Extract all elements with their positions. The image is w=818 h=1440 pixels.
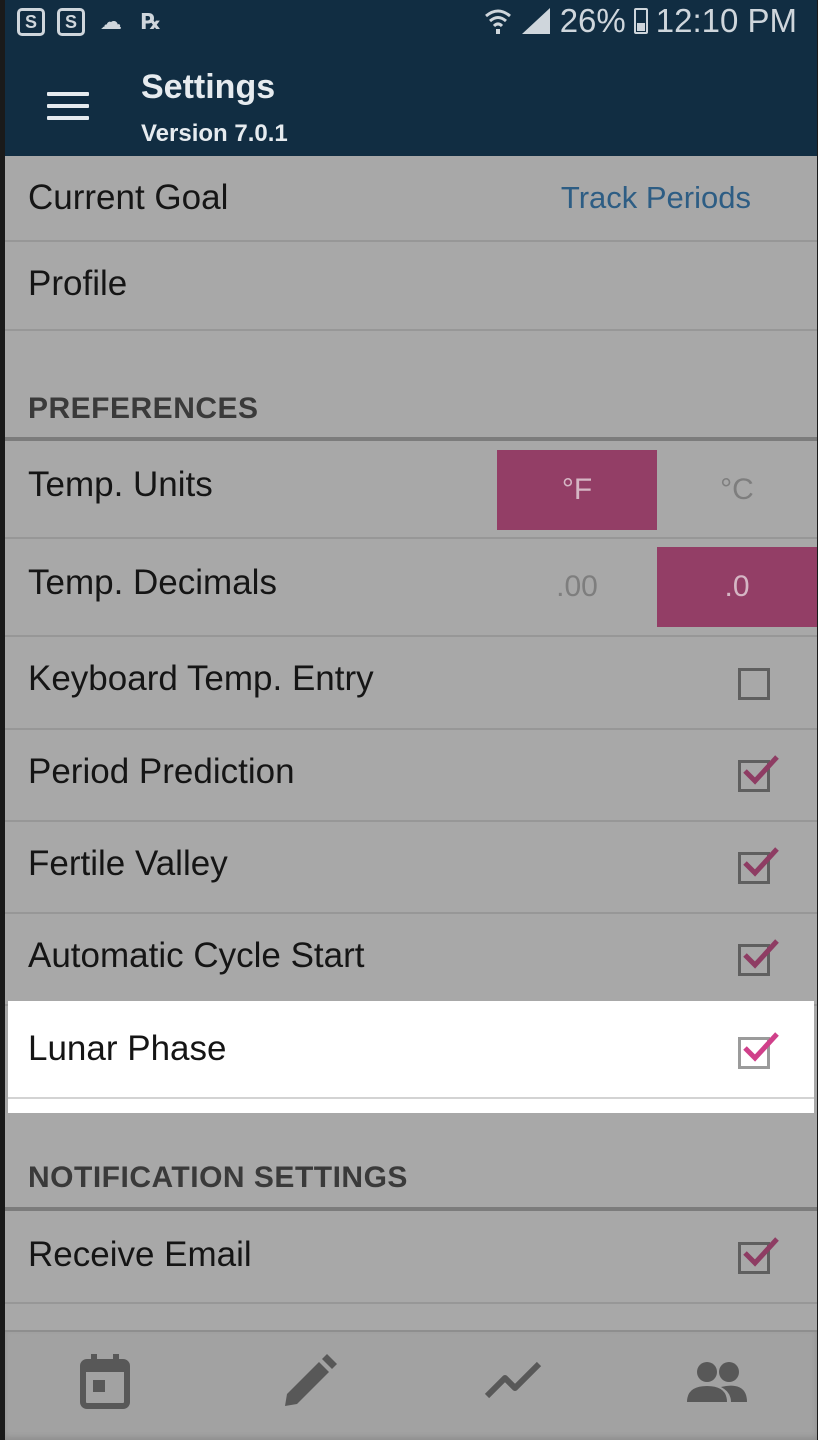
automatic-cycle-start-row[interactable]: Automatic Cycle Start [5,914,817,1006]
calendar-icon[interactable] [73,1350,137,1414]
receive-email-row[interactable]: Receive Email [5,1211,817,1304]
temp-decimals-label: Temp. Decimals [28,563,277,602]
battery-percent: 26% [559,2,626,39]
system-status: 26% 12:10 PM [484,2,797,40]
period-prediction-label: Period Prediction [28,752,295,791]
current-goal-row[interactable]: Current Goal Track Periods [5,156,817,242]
temp-decimals-row: Temp. Decimals .00 .0 [5,539,817,637]
menu-icon[interactable] [47,92,89,120]
keyboard-temp-entry-row[interactable]: Keyboard Temp. Entry [5,637,817,730]
temp-unit-celsius-option[interactable]: °C [657,450,817,530]
signal-icon [521,8,550,34]
automatic-cycle-start-label: Automatic Cycle Start [28,936,365,975]
checkmark-icon [743,755,779,785]
lunar-phase-checkbox[interactable] [738,1032,779,1069]
checkmark-icon [743,1237,779,1267]
receive-email-checkbox[interactable] [738,1237,779,1274]
lunar-phase-row[interactable]: Lunar Phase [8,1001,814,1113]
notification-settings-header: NOTIFICATION SETTINGS [28,1161,408,1194]
preferences-header: PREFERENCES [28,392,259,425]
clock: 12:10 PM [655,2,797,39]
temp-decimals-two-option[interactable]: .00 [497,547,657,627]
checkmark-icon [743,939,779,969]
notification-icons: S S ☁ ℞ [17,8,165,36]
pencil-icon[interactable] [277,1350,341,1414]
temp-units-label: Temp. Units [28,465,213,504]
app-bar: S S ☁ ℞ 26% 12:10 PM Settings Version 7.… [5,0,817,156]
fertile-valley-row[interactable]: Fertile Valley [5,822,817,914]
keyboard-temp-entry-checkbox[interactable] [738,668,770,700]
bottom-navigation [5,1330,817,1440]
status-bar: S S ☁ ℞ 26% 12:10 PM [5,0,817,44]
checkmark-icon [743,847,779,877]
temp-units-row: Temp. Units °F °C [5,441,817,539]
temp-unit-fahrenheit-option[interactable]: °F [497,450,657,530]
wifi-icon [484,9,511,34]
lunar-phase-label: Lunar Phase [28,1029,227,1068]
skype-business-icon: S [57,8,85,36]
battery-icon [633,8,648,34]
profile-label: Profile [28,264,128,303]
period-prediction-row[interactable]: Period Prediction [5,730,817,822]
keyboard-temp-entry-label: Keyboard Temp. Entry [28,659,374,698]
chart-icon[interactable] [481,1350,545,1414]
phone-screen: S S ☁ ℞ 26% 12:10 PM Settings Version 7.… [5,0,817,1440]
app-version: Version 7.0.1 [141,120,288,147]
prescription-icon: ℞ [141,9,161,34]
current-goal-label: Current Goal [28,178,229,217]
fertile-valley-checkbox[interactable] [738,847,779,884]
current-goal-value[interactable]: Track Periods [561,180,751,216]
row-divider [8,1097,814,1099]
skype-icon: S [17,8,45,36]
community-icon[interactable] [685,1350,749,1414]
automatic-cycle-start-checkbox[interactable] [738,939,779,976]
checkmark-icon [743,1032,779,1062]
page-title: Settings [141,68,276,106]
receive-email-label: Receive Email [28,1235,252,1274]
profile-row[interactable]: Profile [5,242,817,331]
temp-decimals-one-option[interactable]: .0 [657,547,817,627]
fertile-valley-label: Fertile Valley [28,844,228,883]
period-prediction-checkbox[interactable] [738,755,779,792]
cloud-sync-icon: ☁ [100,9,122,34]
